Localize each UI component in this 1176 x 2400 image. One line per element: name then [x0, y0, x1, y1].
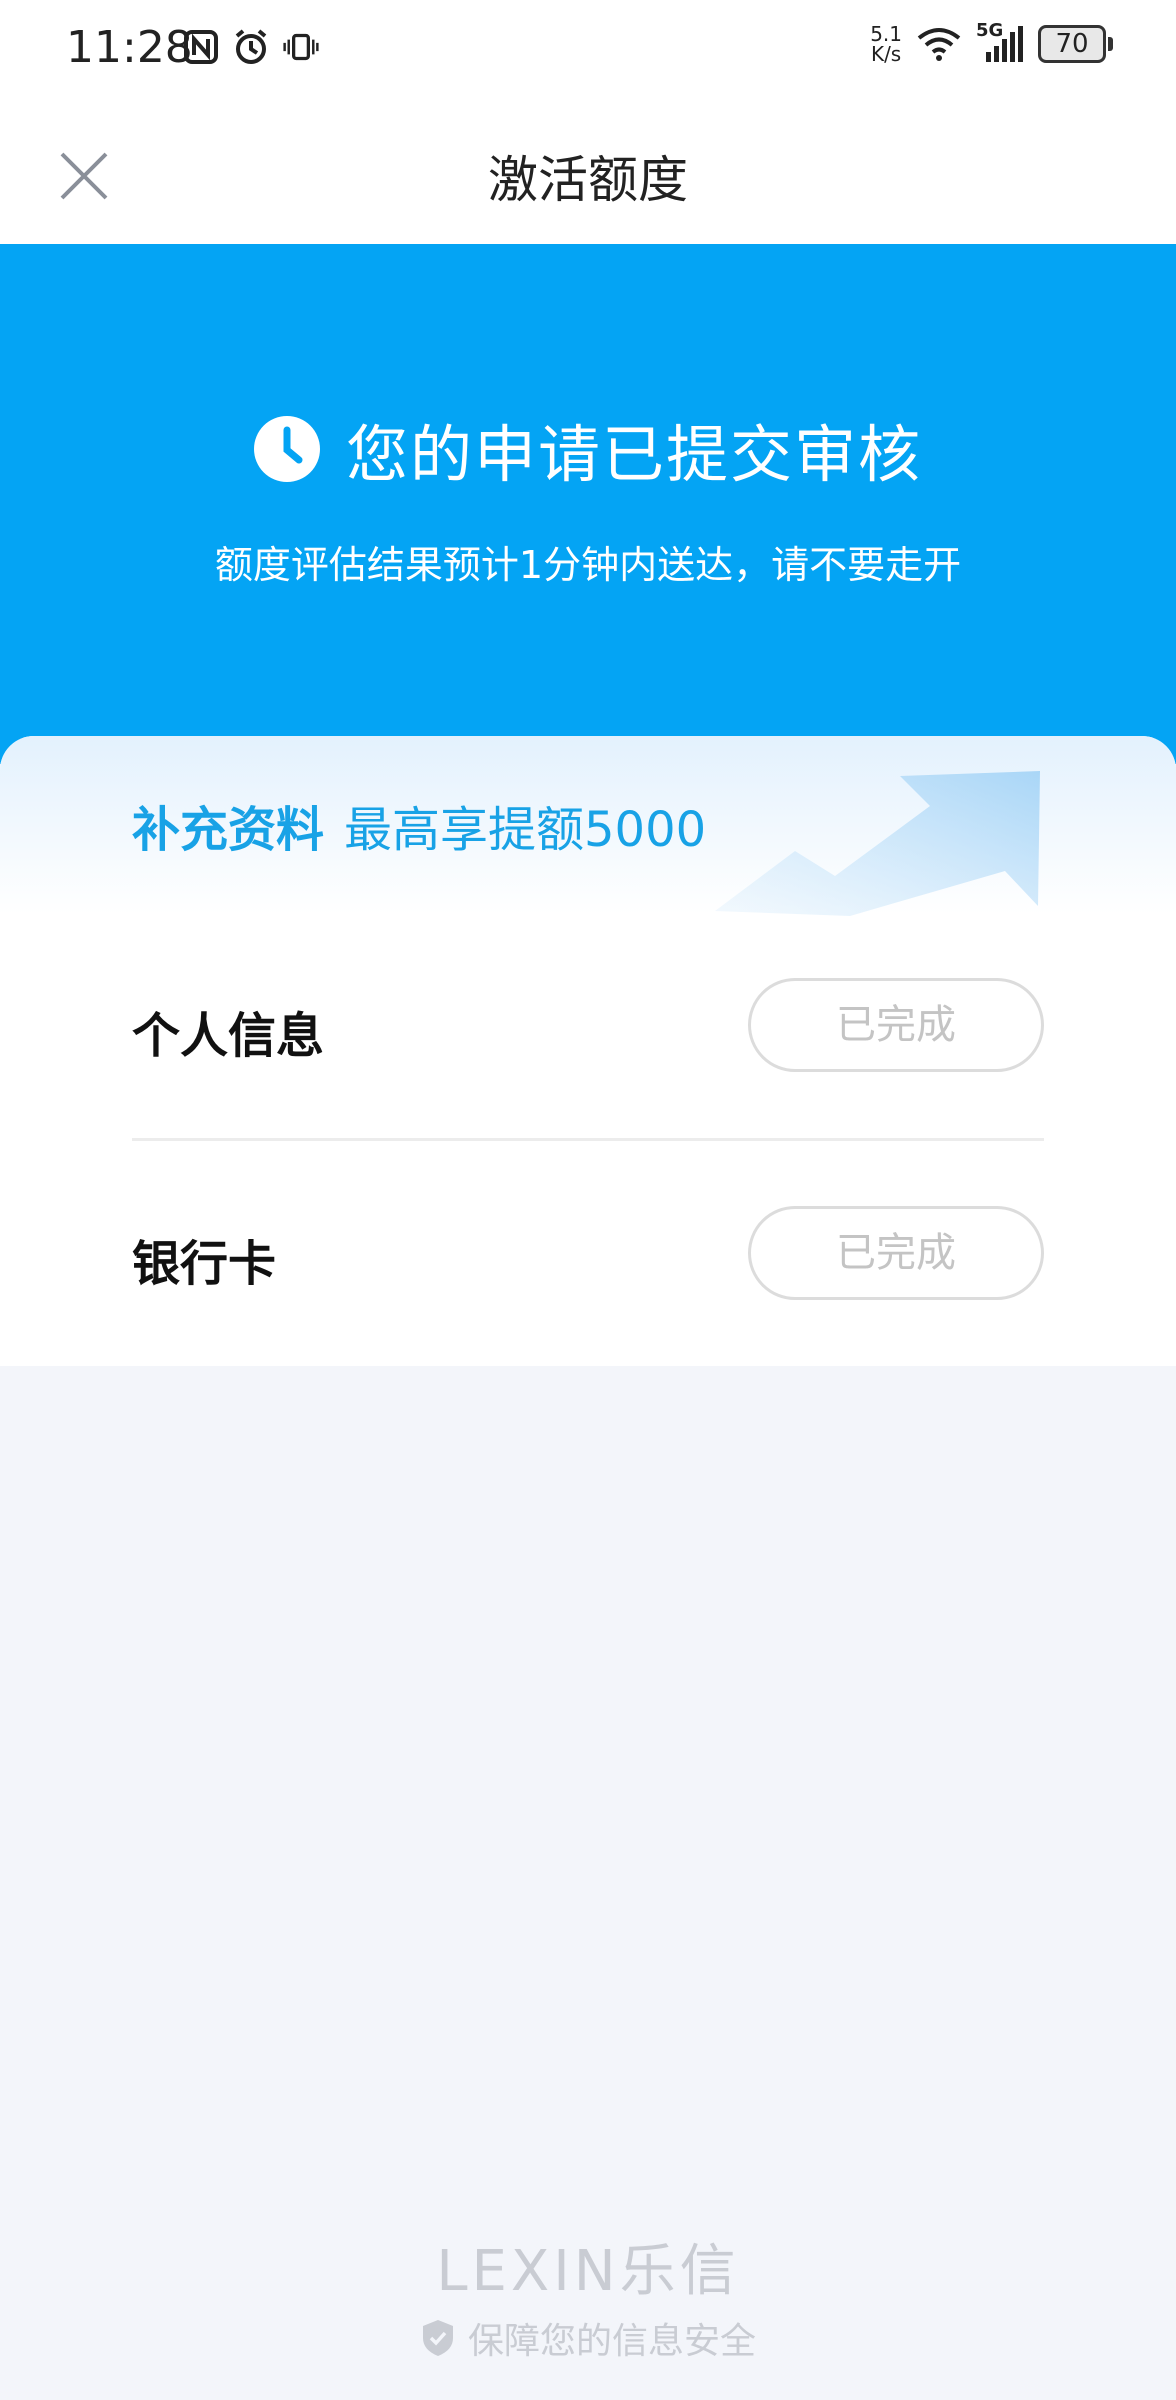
status-bar: 11:28 5.1 K/s 5G 70: [0, 0, 1176, 100]
page-title: 激活额度: [488, 151, 688, 209]
list-item-personal-info[interactable]: 个人信息 已完成: [132, 926, 1044, 1126]
status-right-icons: 5.1 K/s 5G 70: [870, 20, 1113, 66]
hero-subtitle: 额度评估结果预计1分钟内送达，请不要走开: [214, 543, 962, 587]
security-note: 保障您的信息安全: [0, 2312, 1176, 2364]
battery-icon: 70: [1038, 25, 1113, 63]
supplement-label: 补充资料: [132, 802, 325, 858]
brand-logo: LEXIN乐信: [436, 2239, 740, 2304]
vibrate-icon: [283, 33, 319, 61]
status-button[interactable]: 已完成: [748, 1206, 1044, 1300]
promo-text: 最高享提额5000: [344, 802, 707, 858]
hero-title: 您的申请已提交审核: [345, 418, 922, 491]
card-header-text: 补充资料 最高享提额5000: [132, 790, 706, 860]
status-button[interactable]: 已完成: [748, 978, 1044, 1072]
card-header: 补充资料 最高享提额5000: [0, 736, 1176, 916]
wifi-icon: [917, 28, 961, 61]
trend-arrow-icon: [715, 771, 1040, 916]
divider: [132, 1138, 1044, 1141]
nav-bar: 激活额度: [0, 100, 1176, 244]
alarm-icon: [235, 29, 267, 64]
shield-icon: [422, 2320, 453, 2356]
security-text: 保障您的信息安全: [467, 2321, 756, 2362]
nfc-icon: [184, 30, 218, 64]
supplement-card: 补充资料 最高享提额5000 个人信息 已完成 银行卡 已完成: [0, 736, 1176, 1366]
hero-title-row: 您的申请已提交审核: [0, 404, 1176, 494]
status-left-icons: [183, 28, 319, 66]
list-item-bank-card[interactable]: 银行卡 已完成: [132, 1154, 1044, 1354]
hero-banner: 您的申请已提交审核 额度评估结果预计1分钟内送达，请不要走开: [0, 244, 1176, 764]
list-item-label: 银行卡: [132, 1236, 277, 1292]
list-item-label: 个人信息: [132, 1008, 325, 1064]
status-time: 11:28: [66, 22, 193, 73]
signal-icon: 5G: [976, 20, 1024, 64]
net-speed: 5.1 K/s: [870, 22, 902, 66]
clock-icon: [253, 416, 320, 482]
